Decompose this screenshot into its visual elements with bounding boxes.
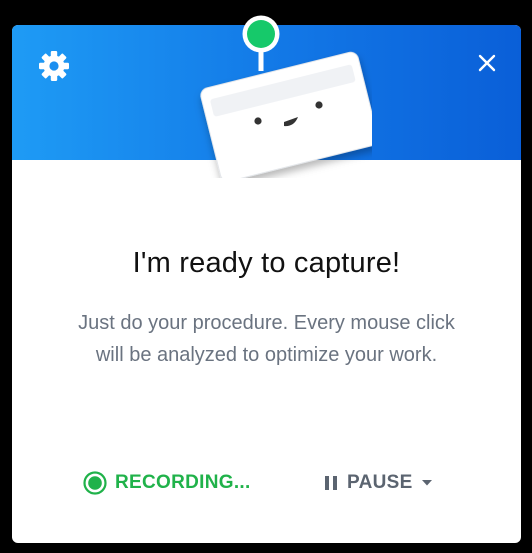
gear-icon[interactable] (38, 50, 70, 82)
page-title: I'm ready to capture! (132, 247, 401, 279)
instructions-text: Just do your procedure. Every mouse clic… (78, 312, 455, 366)
close-icon[interactable] (475, 51, 499, 75)
recording-label: RECORDING... (115, 472, 251, 493)
caret-down-icon[interactable] (421, 479, 433, 487)
record-indicator-icon (83, 471, 107, 495)
antenna-light (247, 20, 275, 48)
robot-body (200, 51, 372, 178)
pause-icon (325, 476, 337, 490)
robot-mascot (200, 15, 372, 178)
recording-status-button[interactable]: RECORDING... (83, 470, 251, 496)
pause-label: PAUSE (347, 472, 413, 493)
capture-dialog: I'm ready to capture! Just do your proce… (12, 15, 521, 543)
pause-button[interactable]: PAUSE (324, 470, 433, 496)
